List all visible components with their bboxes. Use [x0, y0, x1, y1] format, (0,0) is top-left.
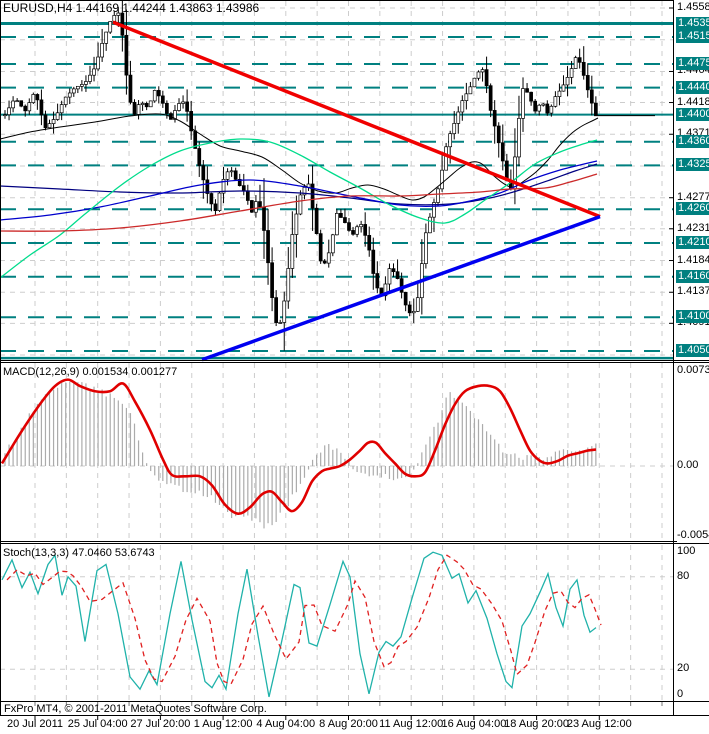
- price-level-label: 1.44750: [676, 57, 709, 70]
- price-level-label: 1.41600: [676, 270, 709, 283]
- price-level-label: 1.44400: [676, 81, 709, 94]
- time-axis-label: 23 Aug 12:00: [566, 718, 632, 730]
- time-axis-label: 11 Aug 12:00: [379, 718, 444, 730]
- price-level-label: 1.43250: [676, 158, 709, 171]
- copyright-text: FxPro MT4, © 2001-2011 MetaQuotes Softwa…: [4, 703, 267, 715]
- stoch-axis-label: 0: [677, 688, 684, 701]
- time-axis-label: 16 Aug 04:00: [441, 718, 507, 730]
- stoch-axis-label: 80: [677, 570, 690, 583]
- price-grid-label: 1.41370: [677, 285, 709, 298]
- stoch-axis-label: 100: [677, 545, 696, 558]
- macd-axis-label: 0.00737: [677, 364, 709, 377]
- time-axis-label: 20 Jul 2011: [6, 718, 64, 730]
- macd-indicator-label: MACD(12,26,9) 0.001534 0.001277: [3, 366, 178, 378]
- price-level-label: 1.42600: [676, 202, 709, 215]
- price-level-label: 1.42100: [676, 236, 709, 249]
- macd-axis-label: 0.00: [677, 459, 699, 472]
- price-level-label: 1.43600: [676, 135, 709, 148]
- price-level-label: 1.45150: [676, 30, 709, 43]
- main-chart-panel[interactable]: [0, 0, 673, 360]
- time-axis-label: 27 Jul 20:00: [130, 718, 191, 730]
- price-level-label: 1.40500: [676, 344, 709, 357]
- price-grid-label: 1.41840: [677, 254, 709, 267]
- macd-panel[interactable]: [0, 362, 673, 542]
- time-axis-label: 8 Aug 20:00: [319, 718, 378, 730]
- mt4-chart-window: EURUSD,H4 1.44169 1.44244 1.43863 1.4398…: [0, 0, 709, 734]
- time-axis-label: 1 Aug 12:00: [193, 718, 253, 730]
- price-grid-label: 1.42310: [677, 222, 709, 235]
- time-axis-label: 4 Aug 04:00: [256, 718, 316, 730]
- price-level-label: 1.45350: [676, 17, 709, 30]
- time-axis-label: 18 Aug 20:00: [504, 718, 570, 730]
- macd-axis-label: -0.00542: [677, 529, 709, 542]
- price-level-label: 1.41000: [676, 310, 709, 323]
- price-level-label: 1.44000: [676, 108, 709, 121]
- stoch-panel[interactable]: [0, 544, 673, 702]
- stoch-axis-label: 20: [677, 662, 690, 675]
- stoch-indicator-label: Stoch(13,3,3) 47.0460 53.6743: [3, 547, 155, 559]
- chart-title: EURUSD,H4 1.44169 1.44244 1.43863 1.4398…: [3, 1, 260, 15]
- price-grid-label: 1.45580: [677, 1, 709, 14]
- time-axis-label: 25 Jul 04:00: [67, 718, 128, 730]
